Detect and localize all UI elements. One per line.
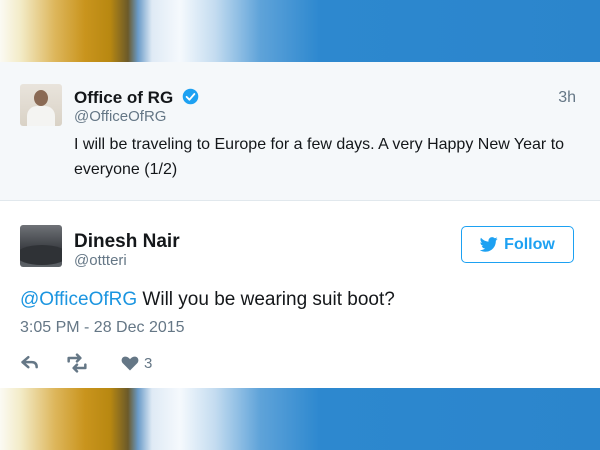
tweet-time[interactable]: 3h — [558, 89, 576, 107]
decorative-banner-bottom — [0, 388, 600, 450]
avatar[interactable] — [20, 225, 62, 267]
tweet-card-reply: Dinesh Nair @ottteri Follow @OfficeOfRG … — [0, 201, 600, 388]
display-name[interactable]: Dinesh Nair — [74, 231, 180, 253]
like-count: 3 — [144, 355, 153, 372]
tweet-text: I will be traveling to Europe for a few … — [74, 136, 565, 178]
verified-badge-icon — [182, 88, 199, 105]
user-handle[interactable]: @OfficeOfRG — [74, 108, 166, 125]
tweet-body: Will you be wearing suit boot? — [137, 289, 395, 310]
tweet-actions: 3 — [20, 353, 220, 375]
tweet-text: @OfficeOfRG Will you be wearing suit boo… — [20, 289, 395, 311]
reply-icon[interactable] — [20, 353, 40, 373]
retweet-icon[interactable] — [65, 353, 89, 373]
avatar[interactable] — [20, 84, 62, 126]
mention-link[interactable]: @OfficeOfRG — [20, 289, 137, 310]
decorative-banner-top — [0, 0, 600, 62]
display-name[interactable]: Office of RG — [74, 88, 173, 108]
user-handle[interactable]: @ottteri — [74, 252, 127, 269]
follow-button[interactable]: Follow — [461, 226, 574, 263]
tweet-card-original: Office of RG @OfficeOfRG 3h I will be tr… — [0, 62, 600, 201]
heart-icon[interactable] — [120, 353, 140, 373]
follow-label: Follow — [504, 235, 555, 253]
twitter-bird-icon — [480, 237, 498, 252]
tweet-timestamp[interactable]: 3:05 PM - 28 Dec 2015 — [20, 319, 185, 337]
